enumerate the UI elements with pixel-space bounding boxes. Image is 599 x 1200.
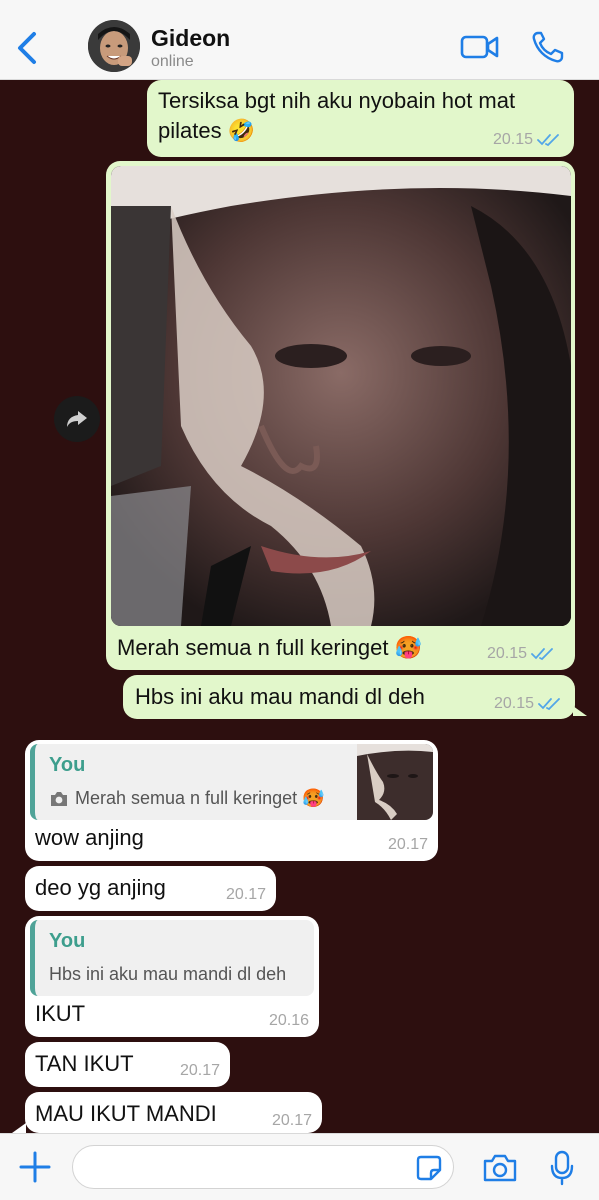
forward-button[interactable]	[54, 396, 100, 442]
message-text: MAU IKUT MANDI	[35, 1101, 217, 1126]
message-time: 20.15	[493, 695, 534, 712]
reply-quote[interactable]: You Merah semua n full keringet 🥵	[30, 744, 433, 820]
camera-icon[interactable]	[482, 1153, 518, 1183]
microphone-icon[interactable]	[550, 1150, 574, 1186]
message-text: Tersiksa bgt nih aku nyobain hot mat	[158, 88, 516, 113]
message-time: 20.17	[387, 836, 428, 853]
incoming-reply-message[interactable]: You Merah semua n full keringet 🥵 wow an…	[25, 740, 438, 861]
chat-header: Gideon online	[0, 0, 599, 80]
camera-small-icon	[51, 791, 67, 806]
bubble-tail	[12, 1123, 26, 1133]
message-time: 20.16	[268, 1012, 309, 1029]
message-text: Hbs ini aku mau mandi dl deh	[135, 684, 425, 709]
bubble-tail	[573, 706, 587, 716]
sticker-icon[interactable]	[416, 1155, 442, 1181]
plus-icon[interactable]	[18, 1150, 52, 1184]
message-meta: 20.15	[493, 131, 561, 149]
contact-name[interactable]: Gideon	[151, 25, 230, 52]
message-text: IKUT	[35, 1001, 86, 1026]
read-ticks-icon	[531, 648, 553, 661]
read-ticks-icon	[538, 698, 560, 711]
contact-status: online	[151, 53, 194, 70]
quote-text: Merah semua n full keringet 🥵	[75, 788, 325, 808]
quote-text: Hbs ini aku mau mandi dl deh	[49, 964, 287, 984]
message-input[interactable]	[72, 1145, 454, 1189]
message-time: 20.15	[492, 131, 533, 148]
reply-quote[interactable]: You Hbs ini aku mau mandi dl deh	[30, 920, 314, 996]
quote-text-row: Merah semua n full keringet 🥵	[49, 788, 325, 809]
message-time: 20.17	[225, 886, 266, 903]
photo-caption: Merah semua n full keringet 🥵	[117, 635, 422, 660]
avatar[interactable]	[88, 20, 140, 72]
outgoing-message[interactable]: Tersiksa bgt nih aku nyobain hot mat pil…	[147, 80, 574, 157]
message-time: 20.15	[487, 645, 528, 662]
quote-thumbnail	[357, 744, 433, 820]
voice-call-icon[interactable]	[530, 30, 566, 64]
incoming-reply-message[interactable]: You Hbs ini aku mau mandi dl deh IKUT 20…	[25, 916, 319, 1037]
message-text: deo yg anjing	[35, 875, 166, 900]
message-text: TAN IKUT	[35, 1051, 134, 1076]
forward-icon	[67, 411, 87, 427]
read-ticks-icon	[537, 134, 559, 147]
message-meta: 20.15	[494, 695, 562, 713]
quote-author: You	[49, 930, 86, 952]
message-text: wow anjing	[35, 825, 144, 850]
outgoing-message[interactable]: Hbs ini aku mau mandi dl deh 20.15	[123, 675, 575, 719]
video-call-icon[interactable]	[460, 32, 500, 62]
message-meta: 20.15	[487, 645, 555, 663]
back-chevron-icon[interactable]	[14, 30, 42, 66]
message-time: 20.17	[179, 1062, 220, 1079]
message-text: pilates 🤣	[158, 118, 256, 143]
incoming-message[interactable]: TAN IKUT 20.17	[25, 1042, 230, 1087]
message-time: 20.17	[271, 1112, 312, 1129]
photo-attachment[interactable]	[111, 166, 571, 626]
incoming-message[interactable]: MAU IKUT MANDI 20.17	[25, 1092, 322, 1133]
quote-author: You	[49, 754, 86, 776]
incoming-message[interactable]: deo yg anjing 20.17	[25, 866, 276, 911]
composer-bar	[0, 1133, 599, 1200]
